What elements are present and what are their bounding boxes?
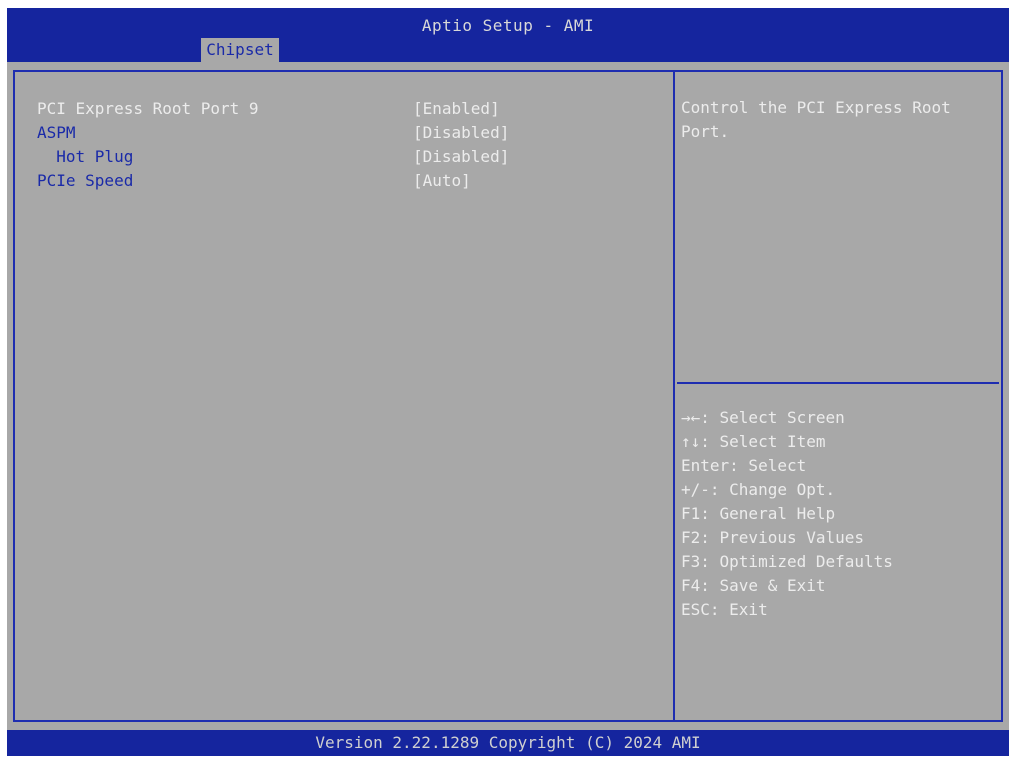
settings-panel: PCI Express Root Port 9 [Enabled] ASPM […	[13, 70, 675, 722]
setting-label-pcie-speed[interactable]: PCIe Speed	[37, 170, 133, 192]
help-panel: Control the PCI Express Root Port. →←: S…	[675, 70, 1003, 722]
help-text-line-2: Port.	[681, 122, 730, 141]
setting-value-hot-plug[interactable]: [Disabled]	[413, 146, 509, 168]
key-hint-esc-exit: ESC: Exit	[681, 600, 768, 619]
bios-screen: Aptio Setup - AMI Chipset PCI Express Ro…	[7, 8, 1009, 756]
key-hint-general-help: F1: General Help	[681, 504, 836, 523]
content-area: PCI Express Root Port 9 [Enabled] ASPM […	[7, 62, 1009, 730]
footer-version: Version 2.22.1289 Copyright (C) 2024 AMI	[7, 730, 1009, 756]
key-hint-optimized-defaults: F3: Optimized Defaults	[681, 552, 893, 571]
key-hint-select-screen: →←: Select Screen	[681, 408, 845, 427]
key-hint-select-item: ↑↓: Select Item	[681, 432, 826, 451]
tab-chipset[interactable]: Chipset	[201, 38, 279, 62]
setting-value-aspm[interactable]: [Disabled]	[413, 122, 509, 144]
setting-label-aspm[interactable]: ASPM	[37, 122, 76, 144]
app-title: Aptio Setup - AMI	[421, 16, 595, 35]
key-hint-change-opt: +/-: Change Opt.	[681, 480, 836, 499]
setting-label-hot-plug[interactable]: Hot Plug	[37, 146, 133, 168]
key-hint-save-exit: F4: Save & Exit	[681, 576, 826, 595]
help-divider	[677, 382, 999, 384]
setting-value-pci-express-root-port[interactable]: [Enabled]	[413, 98, 500, 120]
setting-label-pci-express-root-port[interactable]: PCI Express Root Port 9	[37, 98, 259, 120]
key-hint-enter: Enter: Select	[681, 456, 807, 475]
help-text-line-1: Control the PCI Express Root	[681, 98, 951, 117]
header-bar: Aptio Setup - AMI Chipset	[7, 8, 1009, 62]
setting-value-pcie-speed[interactable]: [Auto]	[413, 170, 471, 192]
key-hint-previous-values: F2: Previous Values	[681, 528, 865, 547]
